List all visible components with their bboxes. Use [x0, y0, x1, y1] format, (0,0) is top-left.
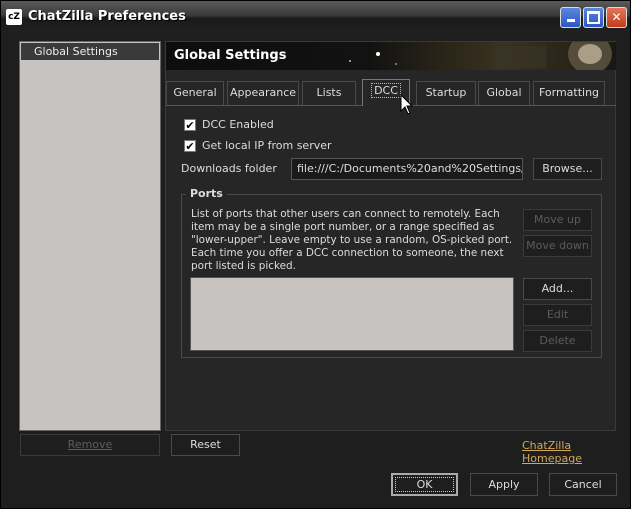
downloads-folder-field[interactable]: file:///C:/Documents%20and%20Settings/Ow…	[291, 158, 523, 180]
apply-button[interactable]: Apply	[470, 473, 538, 496]
maximize-icon	[587, 11, 600, 24]
mouse-pointer-icon	[400, 94, 414, 115]
title-bar[interactable]: cZ ChatZilla Preferences ✕	[1, 1, 630, 33]
panel-title: Global Settings	[174, 48, 287, 63]
tab-lists[interactable]: Lists	[302, 81, 356, 105]
checkmark-icon: ✔	[185, 119, 195, 132]
checkmark-icon: ✔	[185, 140, 195, 153]
move-up-button[interactable]: Move up	[523, 209, 592, 231]
browse-button[interactable]: Browse...	[533, 158, 602, 180]
close-icon: ✕	[611, 10, 622, 24]
get-local-ip-label[interactable]: Get local IP from server	[202, 139, 332, 152]
reset-button[interactable]: Reset	[171, 434, 240, 456]
ports-list[interactable]	[190, 277, 514, 351]
tab-general[interactable]: General	[166, 81, 224, 105]
add-port-button[interactable]: Add...	[523, 278, 592, 300]
minimize-button[interactable]	[560, 7, 581, 28]
tab-formatting[interactable]: Formatting	[533, 81, 605, 105]
chatzilla-homepage-link[interactable]: ChatZilla Homepage	[522, 439, 630, 465]
window-title: ChatZilla Preferences	[28, 9, 186, 24]
cancel-button[interactable]: Cancel	[549, 473, 617, 496]
tab-global[interactable]: Global	[478, 81, 530, 105]
chatzilla-app-icon: cZ	[6, 9, 22, 25]
ok-button[interactable]: OK	[391, 473, 458, 496]
close-button[interactable]: ✕	[606, 7, 627, 28]
sidebar-item-global-settings[interactable]: Global Settings	[21, 43, 159, 60]
dcc-enabled-label[interactable]: DCC Enabled	[202, 118, 274, 131]
tab-appearance[interactable]: Appearance	[227, 81, 299, 105]
ports-legend: Ports	[186, 187, 227, 200]
dcc-enabled-checkbox[interactable]: ✔	[184, 119, 196, 132]
preferences-window: cZ ChatZilla Preferences ✕ Global Settin…	[0, 0, 631, 509]
get-local-ip-checkbox[interactable]: ✔	[184, 140, 196, 153]
ports-description: List of ports that other users can conne…	[191, 208, 513, 272]
downloads-folder-label: Downloads folder	[181, 162, 277, 175]
edit-port-button[interactable]: Edit	[523, 304, 592, 326]
delete-port-button[interactable]: Delete	[523, 330, 592, 352]
minimize-icon	[566, 19, 575, 22]
preferences-category-list[interactable]: Global Settings	[19, 41, 161, 431]
tab-startup[interactable]: Startup	[416, 81, 476, 105]
remove-button[interactable]: Remove	[20, 434, 160, 456]
move-down-button[interactable]: Move down	[523, 235, 592, 257]
maximize-button[interactable]	[583, 7, 604, 28]
panel-header-banner: Global Settings	[166, 42, 616, 70]
